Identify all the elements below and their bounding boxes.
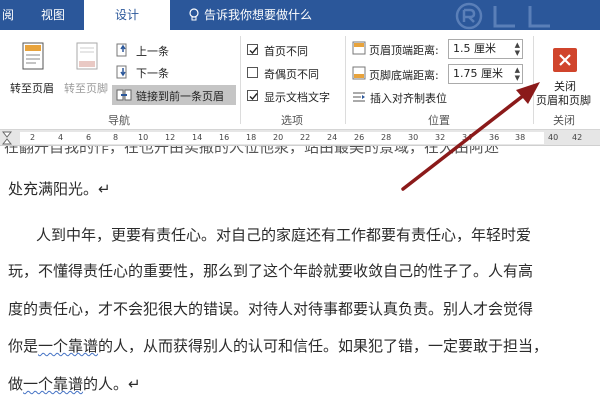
ruler-tick-label: 12: [165, 133, 176, 142]
ruler-tick-label: 2: [30, 133, 36, 142]
ruler-tick-label: 36: [489, 133, 500, 142]
document-line: 你是一个靠谱的人，从而获得别人的认可和信任。如果犯了错，一定要敢于担当，: [8, 336, 548, 356]
text-run: 的人，从而获得别人的认可和信任。如果犯了错，一定要敢于担当，: [98, 337, 549, 355]
text-run: 的人。↵: [83, 375, 141, 393]
ruler-tick-label: 24: [327, 133, 338, 142]
tell-me-box[interactable]: 告诉我你想要做什么: [188, 0, 312, 30]
header-top-distance-icon: [352, 41, 366, 55]
text-run: 做: [8, 375, 24, 393]
different-odd-even-checkbox[interactable]: 奇偶页不同: [247, 65, 337, 81]
ruler-tick-label: 20: [273, 133, 284, 142]
header-top-distance-label: 页眉顶端距离:: [369, 44, 439, 57]
close-label-line2: 页眉和页脚: [536, 94, 591, 107]
ruler-tick-label: 18: [246, 133, 257, 142]
next-section-button[interactable]: 下一条: [116, 64, 186, 80]
show-document-text-label: 显示文档文字: [264, 91, 330, 104]
text-run: 你是: [8, 337, 39, 355]
ruler-tick-label: 32: [435, 133, 446, 142]
document-line: 玩，不懂得责任心的重要性，那么到了这个年龄就要收敛自己的性子了。人有高: [8, 262, 534, 280]
header-top-distance-value: 1.5 厘米: [453, 42, 496, 55]
lightbulb-icon: [189, 8, 199, 21]
alignment-tab-icon: [353, 92, 365, 102]
ribbon-divider: [345, 36, 346, 124]
ruler-tick-label: 16: [219, 133, 230, 142]
different-first-page-label: 首页不同: [264, 45, 308, 58]
link-previous-button[interactable]: 链接到前一条页眉: [112, 85, 236, 105]
ruler-tick-label: 28: [381, 133, 392, 142]
document-line: 度的责任心，才不会犯很大的错误。对待人对待事都要认真负责。别人才会觉得: [8, 300, 534, 318]
grammar-flagged-text: 一个靠谱: [38, 337, 99, 355]
footer-page-icon: [76, 42, 98, 70]
link-previous-label: 链接到前一条页眉: [136, 90, 224, 103]
ruler-tick-label: 30: [408, 133, 419, 142]
spin-down-icon[interactable]: ▼: [515, 75, 520, 82]
show-document-text-checkbox[interactable]: 显示文档文字: [247, 88, 347, 104]
different-first-page-checkbox[interactable]: 首页不同: [247, 42, 327, 58]
group-label-close: 关闭: [553, 114, 575, 127]
goto-header-button[interactable]: 转至页眉: [8, 38, 58, 98]
ribbon-tab-bar: 阅 视图 设计 告诉我你想要做什么: [0, 0, 600, 30]
group-label-options: 选项: [281, 114, 303, 127]
close-x-icon[interactable]: [553, 48, 577, 72]
tab-review[interactable]: 阅: [0, 0, 22, 30]
goto-footer-button[interactable]: 转至页脚: [60, 38, 114, 98]
tell-me-text: 告诉我你想要做什么: [204, 8, 313, 22]
goto-header-label: 转至页眉: [10, 82, 54, 95]
insert-alignment-tab-label: 插入对齐制表位: [370, 92, 447, 105]
group-label-navigation: 导航: [108, 114, 130, 127]
spin-down-icon[interactable]: ▼: [515, 50, 520, 57]
footer-bottom-distance-icon: [352, 66, 366, 80]
checkbox-box: [247, 44, 258, 55]
spin-up-icon[interactable]: ▲: [515, 67, 520, 74]
checkmark-icon: [249, 93, 258, 101]
goto-footer-label: 转至页脚: [64, 82, 108, 95]
document-line: 在翻开自我的作，在也开由实撒的人位他泉，站由最美的景域，在大由阿述: [4, 146, 500, 156]
ruler-tick-label: 40: [548, 133, 559, 142]
ruler-tick-label: 26: [354, 133, 365, 142]
document-line: 做一个靠谱的人。↵: [8, 374, 141, 394]
prev-section-label: 上一条: [136, 45, 169, 58]
checkmark-icon: [249, 47, 258, 55]
group-label-position: 位置: [428, 114, 450, 127]
ribbon-divider: [240, 36, 241, 124]
spin-up-icon[interactable]: ▲: [515, 42, 520, 49]
footer-bottom-distance-label: 页脚底端距离:: [369, 69, 439, 82]
prev-section-button[interactable]: 上一条: [116, 42, 186, 58]
insert-alignment-tab-button[interactable]: 插入对齐制表位: [352, 89, 462, 105]
tab-design[interactable]: 设计: [84, 0, 170, 30]
ruler-tick-label: 8: [113, 133, 119, 142]
ruler-tick-label: 34: [462, 133, 473, 142]
ruler-tick-label: 22: [300, 133, 311, 142]
close-icon: [559, 54, 571, 66]
footer-bottom-distance-value: 1.75 厘米: [453, 67, 503, 80]
tab-view[interactable]: 视图: [28, 0, 78, 30]
header-page-icon: [22, 42, 44, 70]
horizontal-ruler[interactable]: 2 4 6 8 10 12 14 16 18 20 22 24 26 28 30…: [0, 130, 600, 146]
indent-marker-icon[interactable]: [2, 131, 12, 145]
prev-arrow-icon: [116, 43, 127, 57]
document-body[interactable]: 在翻开自我的作，在也开由实撒的人位他泉，站由最美的景域，在大由阿述 处充满阳光。…: [0, 146, 600, 417]
header-top-distance-input[interactable]: 1.5 厘米 ▲ ▼: [448, 39, 523, 59]
grammar-flagged-text: 一个靠谱: [23, 375, 84, 393]
ruler-tick-label: 4: [58, 133, 64, 142]
checkbox-box: [247, 67, 258, 78]
ruler-tick-label: 6: [86, 133, 92, 142]
checkbox-box: [247, 90, 258, 101]
ruler-tick-label: 38: [515, 133, 526, 142]
different-odd-even-label: 奇偶页不同: [264, 68, 319, 81]
watermark-logo-icon: [455, 2, 550, 30]
ruler-tick-label: 42: [572, 133, 583, 142]
ruler-tick-label: 14: [192, 133, 203, 142]
footer-bottom-distance-input[interactable]: 1.75 厘米 ▲ ▼: [448, 64, 523, 84]
document-line: 处充满阳光。↵: [8, 180, 111, 198]
ruler-tick-label: 10: [138, 133, 149, 142]
link-icon: [116, 89, 132, 101]
next-arrow-icon: [116, 65, 127, 79]
document-line: 人到中年，更要有责任心。对自己的家庭还有工作都要有责任心，年轻时爱: [36, 226, 532, 244]
next-section-label: 下一条: [136, 67, 169, 80]
ribbon-panel: 转至页眉 转至页脚 上一条 下一条 链接到前一条页眉 导航 首页不同 奇偶页不同…: [0, 30, 600, 130]
